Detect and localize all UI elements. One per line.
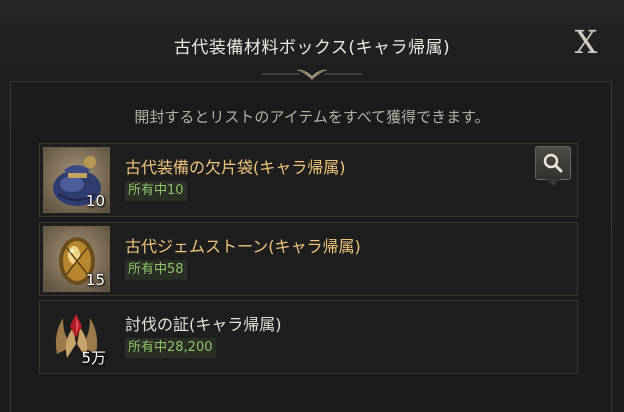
list-item[interactable]: 5万 討伐の証(キャラ帰属) 所有中28,200	[39, 300, 578, 374]
item-name: 古代装備の欠片袋(キャラ帰属)	[125, 158, 346, 177]
item-thumbnail: 5万	[43, 304, 110, 370]
close-icon[interactable]: X	[568, 24, 604, 60]
item-quantity: 5万	[81, 349, 106, 367]
list-item[interactable]: 10 古代装備の欠片袋(キャラ帰属) 所有中10	[39, 143, 578, 217]
owned-count-badge: 所有中28,200	[125, 338, 216, 358]
item-name: 古代ジェムストーン(キャラ帰属)	[125, 237, 361, 256]
owned-count-badge: 所有中10	[125, 181, 187, 201]
dialog-title: 古代装備材料ボックス(キャラ帰属)	[173, 38, 451, 58]
item-thumbnail: 15	[43, 226, 110, 292]
title-ornament-icon	[262, 69, 362, 80]
item-quantity: 10	[85, 192, 105, 210]
item-thumbnail: 10	[43, 147, 110, 213]
list-item[interactable]: 15 古代ジェムストーン(キャラ帰属) 所有中58	[39, 222, 578, 296]
item-box-dialog: 古代装備材料ボックス(キャラ帰属) X 開封するとリストのアイテムをすべて獲得で…	[0, 0, 624, 412]
owned-count-badge: 所有中58	[125, 260, 187, 280]
dialog-description: 開封するとリストのアイテムをすべて獲得できます。	[134, 108, 490, 126]
magnifier-icon	[543, 153, 563, 173]
item-name: 討伐の証(キャラ帰属)	[125, 315, 282, 334]
item-search-button[interactable]	[535, 146, 571, 180]
item-quantity: 15	[85, 271, 105, 289]
